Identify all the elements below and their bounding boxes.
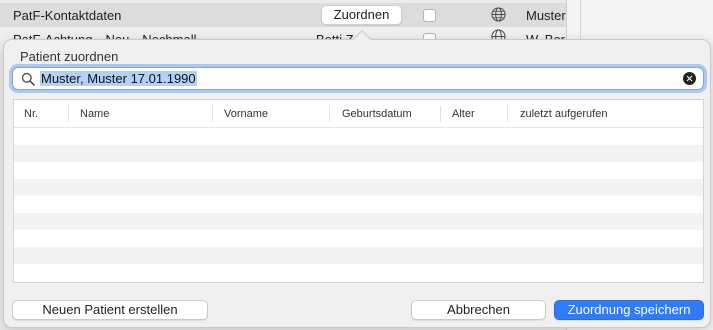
patient-table[interactable]: Nr. Name Vorname Geburtsdatum Alter zule…: [13, 99, 704, 283]
clear-icon[interactable]: [683, 72, 696, 85]
table-header: Nr. Name Vorname Geburtsdatum Alter zule…: [14, 100, 703, 128]
table-row[interactable]: [14, 179, 703, 196]
row-muster-text: Muster: [526, 7, 566, 23]
cancel-button[interactable]: Abbrechen: [411, 300, 546, 320]
search-icon: [21, 72, 35, 86]
column-header-name[interactable]: Name: [70, 100, 109, 128]
column-header-vorname[interactable]: Vorname: [214, 100, 268, 128]
row-checkbox[interactable]: [423, 9, 436, 22]
search-input-value[interactable]: Muster, Muster 17.01.1990: [40, 71, 197, 86]
row-label: PatF-Kontaktdaten: [13, 7, 122, 23]
column-separator[interactable]: [68, 106, 69, 122]
column-separator[interactable]: [329, 106, 330, 122]
table-row[interactable]: [14, 247, 703, 264]
table-row[interactable]: [14, 213, 703, 230]
column-separator[interactable]: [212, 106, 213, 122]
search-field[interactable]: Muster, Muster 17.01.1990: [12, 67, 704, 90]
table-row[interactable]: [14, 128, 703, 145]
column-separator[interactable]: [507, 106, 508, 122]
dialog-title: Patient zuordnen: [20, 49, 119, 64]
zuordnen-button[interactable]: Zuordnen: [321, 5, 402, 25]
table-row[interactable]: [14, 264, 703, 281]
table-row[interactable]: [14, 162, 703, 179]
column-separator[interactable]: [440, 106, 441, 122]
column-header-nr[interactable]: Nr.: [14, 100, 38, 128]
globe-icon: [491, 7, 506, 22]
new-patient-button[interactable]: Neuen Patient erstellen: [12, 300, 208, 320]
table-row[interactable]: [14, 196, 703, 213]
column-header-geburtsdatum[interactable]: Geburtsdatum: [332, 100, 412, 128]
save-assignment-button[interactable]: Zuordnung speichern: [554, 300, 704, 320]
column-header-zuletzt-aufgerufen[interactable]: zuletzt aufgerufen: [510, 100, 607, 128]
column-header-alter[interactable]: Alter: [442, 100, 475, 128]
background-row-1[interactable]: PatF-Kontaktdaten Zuordnen Muster: [0, 3, 566, 27]
table-row[interactable]: [14, 145, 703, 162]
table-row[interactable]: [14, 230, 703, 247]
